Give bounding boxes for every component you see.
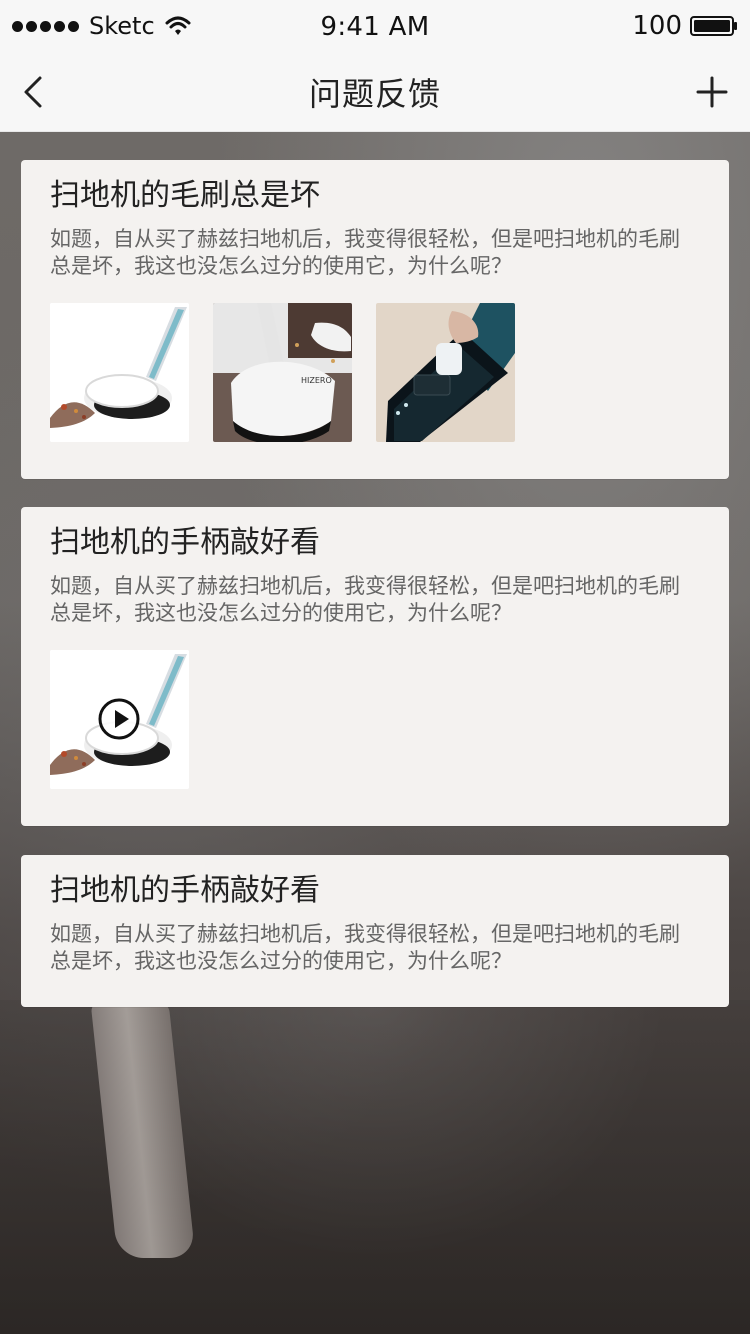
page-title: 问题反馈 (308, 75, 441, 113)
battery-icon (690, 16, 737, 36)
card-title: 扫地机的手柄敲好看 (50, 525, 320, 560)
feedback-card[interactable]: 扫地机的毛刷总是坏 如题，自从买了赫兹扫地机后，我变得很轻松，但是吧扫地机的毛刷… (21, 160, 729, 479)
video-thumbnails (50, 650, 189, 789)
play-icon[interactable] (98, 698, 140, 740)
image-thumbnails: HIZERO (50, 303, 515, 442)
card-description: 如题，自从买了赫兹扫地机后，我变得很轻松，但是吧扫地机的毛刷 总是坏，我这也没怎… (50, 227, 680, 278)
feedback-card[interactable]: 扫地机的手柄敲好看 如题，自从买了赫兹扫地机后，我变得很轻松，但是吧扫地机的毛刷… (21, 855, 729, 1007)
svg-text:HIZERO: HIZERO (301, 376, 332, 385)
card-title: 扫地机的毛刷总是坏 (50, 178, 320, 213)
thumbnail-image[interactable] (376, 303, 515, 442)
navigation-bar: 问题反馈 (0, 54, 750, 132)
thumbnail-image[interactable] (50, 303, 189, 442)
feedback-card[interactable]: 扫地机的手柄敲好看 如题，自从买了赫兹扫地机后，我变得很轻松，但是吧扫地机的毛刷… (21, 507, 729, 826)
video-thumbnail[interactable] (50, 650, 189, 789)
add-icon[interactable] (692, 72, 732, 112)
battery-percent: 100 (632, 11, 682, 41)
card-description: 如题，自从买了赫兹扫地机后，我变得很轻松，但是吧扫地机的毛刷 总是坏，我这也没怎… (50, 922, 680, 973)
thumbnail-image[interactable]: HIZERO (213, 303, 352, 442)
vacuum-handle-buttons-image (376, 303, 515, 442)
card-description: 如题，自从买了赫兹扫地机后，我变得很轻松，但是吧扫地机的毛刷 总是坏，我这也没怎… (50, 574, 680, 625)
status-bar: Sketc 9:41 AM 100 (0, 0, 750, 54)
vacuum-on-carpet-image: HIZERO (213, 303, 352, 442)
card-title: 扫地机的手柄敲好看 (50, 873, 320, 908)
vacuum-sweeping-debris-image (50, 303, 189, 442)
status-right: 100 (632, 13, 738, 39)
